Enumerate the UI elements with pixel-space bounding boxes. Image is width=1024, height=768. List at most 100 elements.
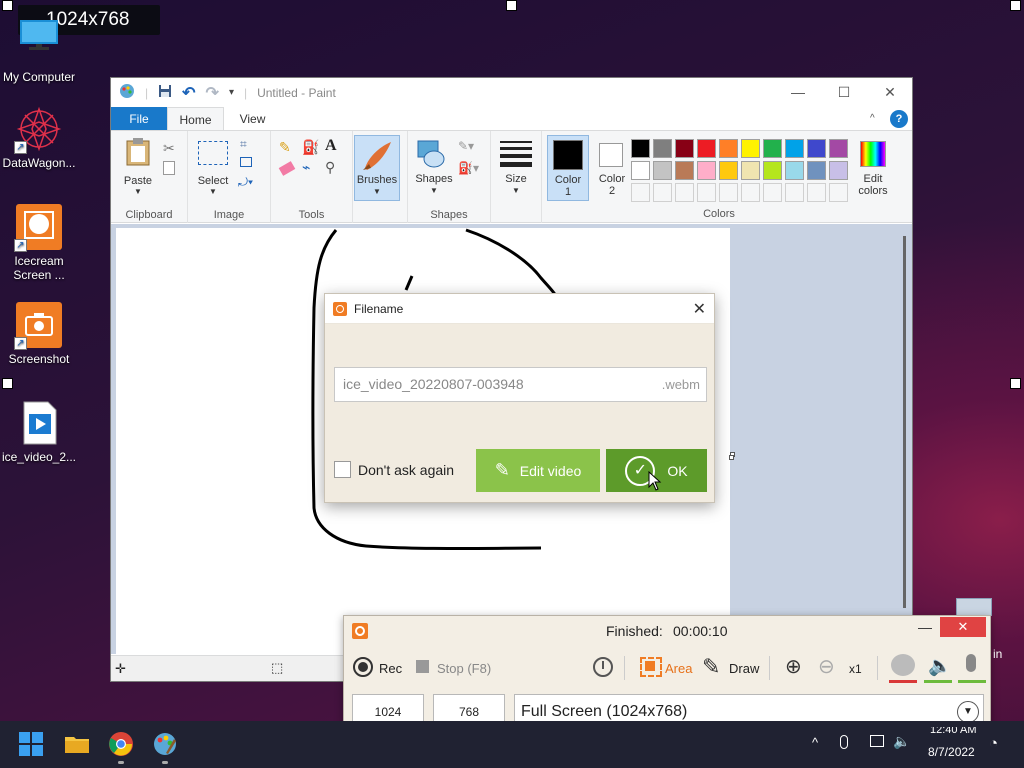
paint-app-icon[interactable] — [119, 83, 135, 102]
draw-icon[interactable]: ✎ — [702, 654, 720, 680]
rotate-icon[interactable]: ⤾▾ — [238, 175, 253, 190]
area-icon[interactable] — [640, 657, 662, 677]
edit-video-button[interactable]: ✎ Edit video — [476, 449, 600, 492]
edit-colors-button[interactable]: Edit colors — [853, 135, 893, 201]
color-swatch[interactable] — [697, 183, 716, 202]
speaker-icon[interactable]: 🔈 — [928, 654, 952, 678]
color-swatch[interactable] — [741, 161, 760, 180]
resize-icon[interactable] — [240, 157, 252, 167]
color-swatch[interactable] — [807, 161, 826, 180]
color-swatch[interactable] — [741, 183, 760, 202]
selection-handle-top-right[interactable] — [1010, 0, 1021, 11]
clock-time[interactable]: 12:40 AM — [930, 727, 976, 737]
rec-icon[interactable] — [353, 657, 373, 677]
minimize-icon[interactable]: — — [775, 78, 821, 107]
color-swatch[interactable] — [741, 139, 760, 158]
outline-icon[interactable]: ✎▾ — [458, 139, 474, 153]
color-swatch[interactable] — [719, 139, 738, 158]
minimize-ribbon-icon[interactable]: ^ — [870, 107, 890, 130]
desktop-icon-icecream-screen[interactable]: ↗ Icecream Screen ... — [1, 204, 77, 282]
vertical-scrollbar[interactable] — [903, 236, 906, 608]
chevron-down-icon[interactable]: ▼ — [957, 701, 979, 723]
color-swatch[interactable] — [653, 139, 672, 158]
customize-toolbar-icon[interactable]: ▾ — [229, 87, 234, 98]
select-button[interactable]: Select ▼ — [196, 137, 230, 196]
color-swatch[interactable] — [653, 183, 672, 202]
shapes-button[interactable]: Shapes ▼ — [414, 137, 454, 197]
recycle-bin-icon[interactable] — [956, 598, 992, 616]
dont-ask-again-checkbox[interactable] — [334, 461, 351, 478]
color2-button[interactable]: Color 2 — [591, 135, 633, 201]
size-button[interactable]: Size ▼ — [497, 137, 535, 199]
selection-handle-mid-left[interactable] — [2, 378, 13, 389]
area-label[interactable]: Area — [665, 661, 692, 676]
color-swatch[interactable] — [719, 161, 738, 180]
undo-icon[interactable]: ↶ — [182, 83, 195, 103]
color-swatch[interactable] — [785, 183, 804, 202]
color-swatch[interactable] — [785, 161, 804, 180]
maximize-icon[interactable]: ☐ — [821, 78, 867, 107]
color-swatch[interactable] — [719, 183, 738, 202]
draw-label[interactable]: Draw — [729, 661, 759, 676]
filename-input[interactable]: ice_video_20220807-003948 .webm — [334, 367, 707, 402]
show-hidden-icons-icon[interactable]: ^ — [812, 735, 818, 750]
timer-icon[interactable] — [593, 657, 613, 677]
tab-view[interactable]: View — [224, 107, 281, 130]
redo-icon[interactable]: ↷ — [206, 83, 219, 103]
notifications-icon[interactable]: ◔ — [989, 735, 998, 752]
text-icon[interactable]: A — [325, 137, 337, 155]
cut-icon[interactable]: ✂ — [163, 140, 175, 157]
brushes-button[interactable]: Brushes ▼ — [354, 135, 400, 201]
chrome-icon[interactable] — [108, 731, 134, 757]
desktop-icon-video-file[interactable]: ice_video_2... — [1, 400, 77, 464]
color-swatch[interactable] — [697, 161, 716, 180]
volume-tray-icon[interactable]: 🔈 — [893, 733, 910, 750]
selection-handle-top-left[interactable] — [2, 0, 13, 11]
paint-taskbar-icon[interactable] — [152, 731, 178, 757]
file-explorer-icon[interactable] — [64, 731, 90, 757]
color-swatch[interactable] — [631, 139, 650, 158]
recorder-close-icon[interactable]: ✕ — [940, 617, 986, 637]
tab-file[interactable]: File — [111, 107, 167, 130]
color-swatch[interactable] — [763, 161, 782, 180]
selection-handle-mid-right[interactable] — [1010, 378, 1021, 389]
stop-label[interactable]: Stop (F8) — [437, 661, 491, 676]
desktop-icon-screenshot[interactable]: ↗ Screenshot — [1, 302, 77, 366]
zoom-in-icon[interactable]: ⊕ — [785, 654, 802, 679]
color-swatch[interactable] — [631, 161, 650, 180]
save-icon[interactable] — [158, 84, 172, 101]
color-swatch[interactable] — [653, 161, 672, 180]
tab-home[interactable]: Home — [167, 107, 224, 130]
display-tray-icon[interactable] — [870, 735, 884, 747]
color-swatch[interactable] — [763, 139, 782, 158]
color-swatch[interactable] — [675, 139, 694, 158]
color-swatch[interactable] — [807, 139, 826, 158]
webcam-icon[interactable] — [891, 654, 915, 676]
close-icon[interactable]: ✕ — [867, 78, 913, 107]
eraser-icon[interactable] — [278, 161, 296, 176]
microphone-tray-icon[interactable] — [840, 735, 848, 749]
selection-handle-top-center[interactable] — [506, 0, 517, 11]
desktop-icon-my-computer[interactable]: My Computer — [1, 20, 77, 84]
color-swatch[interactable] — [675, 161, 694, 180]
color-swatch[interactable] — [829, 161, 848, 180]
pencil-icon[interactable]: ✎ — [279, 139, 291, 156]
color-swatch[interactable] — [829, 183, 848, 202]
desktop-icon-datawagon[interactable]: ↗ DataWagon... — [1, 106, 77, 170]
magnifier-icon[interactable]: ⚲ — [325, 159, 335, 176]
crop-icon[interactable]: ⌗ — [240, 137, 247, 152]
paste-button[interactable]: Paste ▼ — [119, 137, 157, 196]
rec-label[interactable]: Rec — [379, 661, 402, 676]
color-swatch[interactable] — [829, 139, 848, 158]
dont-ask-again-label[interactable]: Don't ask again — [358, 462, 454, 478]
color1-button[interactable]: Color 1 — [547, 135, 589, 201]
help-icon[interactable]: ? — [890, 110, 908, 128]
color-swatch[interactable] — [631, 183, 650, 202]
copy-icon[interactable] — [163, 161, 175, 175]
windows-start-icon[interactable] — [19, 732, 44, 757]
color-picker-icon[interactable]: ⌁ — [302, 159, 310, 176]
recorder-minimize-icon[interactable]: — — [918, 619, 932, 635]
color-swatch[interactable] — [675, 183, 694, 202]
color-swatch[interactable] — [807, 183, 826, 202]
stop-icon[interactable] — [416, 660, 429, 673]
